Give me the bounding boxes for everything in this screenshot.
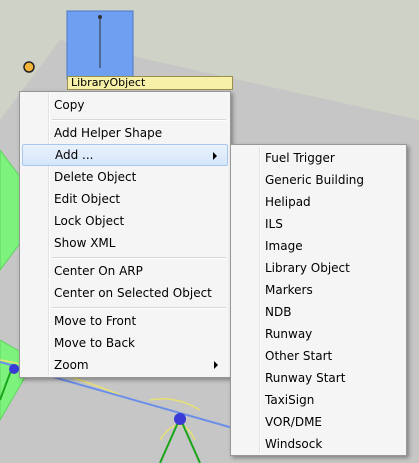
context-menu-item-label: Move to Front: [54, 314, 137, 328]
add-submenu-item-helipad[interactable]: Helipad: [233, 191, 404, 213]
add-submenu-item-label: Fuel Trigger: [265, 151, 335, 165]
context-menu-item-delete-object[interactable]: Delete Object: [22, 166, 228, 188]
add-submenu-item-label: Generic Building: [265, 173, 365, 187]
add-submenu-item-generic-building[interactable]: Generic Building: [233, 169, 404, 191]
context-menu-item-add[interactable]: Add ...: [22, 144, 228, 166]
add-submenu-item-label: ILS: [265, 217, 283, 231]
add-submenu-item-label: Image: [265, 239, 303, 253]
add-submenu-item-windsock[interactable]: Windsock: [233, 433, 404, 455]
add-submenu-item-runway[interactable]: Runway: [233, 323, 404, 345]
context-menu-item-label: Delete Object: [54, 170, 137, 184]
context-menu-item-center-on-selected-object[interactable]: Center on Selected Object: [22, 282, 228, 304]
add-submenu-item-image[interactable]: Image: [233, 235, 404, 257]
add-submenu: Fuel Trigger Generic Building Helipad ILS Im…: [230, 144, 407, 456]
submenu-arrow-icon: [213, 152, 217, 160]
add-submenu-item-label: Markers: [265, 283, 313, 297]
context-menu-item-copy[interactable]: Copy: [22, 94, 228, 116]
context-menu-item-label: Lock Object: [54, 214, 125, 228]
add-submenu-item-label: Helipad: [265, 195, 311, 209]
context-menu-item-label: Add ...: [55, 148, 94, 162]
context-menu-item-move-to-front[interactable]: Move to Front: [22, 310, 228, 332]
context-menu: Copy Add Helper Shape Add ... Delete Object…: [19, 91, 231, 378]
add-submenu-item-runway-start[interactable]: Runway Start: [233, 367, 404, 389]
library-object-heading-tip: [98, 15, 102, 19]
add-submenu-item-other-start[interactable]: Other Start: [233, 345, 404, 367]
context-menu-item-label: Show XML: [54, 236, 116, 250]
menu-separator: [52, 119, 226, 121]
add-submenu-item-label: Runway: [265, 327, 313, 341]
menu-separator: [52, 307, 226, 309]
add-submenu-item-fuel-trigger[interactable]: Fuel Trigger: [233, 147, 404, 169]
object-label: LibraryObject: [67, 76, 233, 90]
submenu-arrow-icon: [214, 361, 218, 369]
add-submenu-item-ils[interactable]: ILS: [233, 213, 404, 235]
context-menu-item-center-on-arp[interactable]: Center On ARP: [22, 260, 228, 282]
context-menu-item-show-xml[interactable]: Show XML: [22, 232, 228, 254]
add-submenu-item-taxisign[interactable]: TaxiSign: [233, 389, 404, 411]
taxiway-node-2[interactable]: [174, 413, 186, 425]
add-submenu-item-vor-dme[interactable]: VOR/DME: [233, 411, 404, 433]
context-menu-item-edit-object[interactable]: Edit Object: [22, 188, 228, 210]
context-menu-item-zoom[interactable]: Zoom: [22, 354, 228, 376]
add-submenu-item-label: TaxiSign: [265, 393, 315, 407]
context-menu-item-label: Center on Selected Object: [54, 286, 212, 300]
add-submenu-item-label: Library Object: [265, 261, 350, 275]
add-submenu-item-library-object[interactable]: Library Object: [233, 257, 404, 279]
context-menu-item-lock-object[interactable]: Lock Object: [22, 210, 228, 232]
context-menu-item-label: Zoom: [54, 358, 89, 372]
context-menu-item-label: Center On ARP: [54, 264, 143, 278]
add-submenu-item-ndb[interactable]: NDB: [233, 301, 404, 323]
menu-separator: [52, 257, 226, 259]
context-menu-item-label: Edit Object: [54, 192, 121, 206]
add-submenu-item-label: NDB: [265, 305, 292, 319]
rotation-handle[interactable]: [23, 61, 35, 73]
add-submenu-item-label: Windsock: [265, 437, 323, 451]
context-menu-item-move-to-back[interactable]: Move to Back: [22, 332, 228, 354]
add-submenu-item-markers[interactable]: Markers: [233, 279, 404, 301]
context-menu-item-label: Move to Back: [54, 336, 135, 350]
context-menu-item-label: Add Helper Shape: [54, 126, 163, 140]
taxiway-node-1[interactable]: [9, 364, 19, 374]
context-menu-item-label: Copy: [54, 98, 85, 112]
add-submenu-item-label: VOR/DME: [265, 415, 322, 429]
context-menu-item-add-helper-shape[interactable]: Add Helper Shape: [22, 122, 228, 144]
add-submenu-item-label: Other Start: [265, 349, 333, 363]
add-submenu-item-label: Runway Start: [265, 371, 346, 385]
